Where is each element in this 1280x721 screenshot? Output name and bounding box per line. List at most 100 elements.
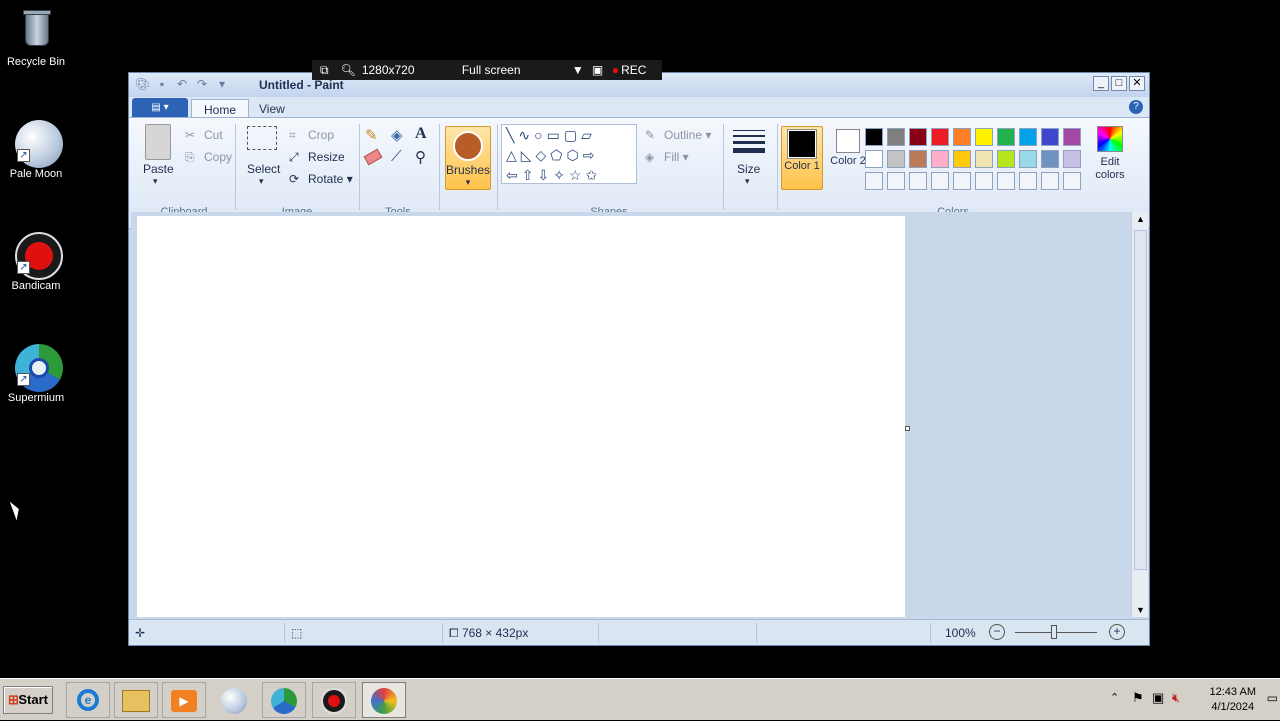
rec-button[interactable]: REC <box>621 63 646 77</box>
color-swatch[interactable] <box>909 172 927 190</box>
color-swatch[interactable] <box>865 172 883 190</box>
window-mode-icon[interactable]: ⧉ <box>320 63 329 78</box>
scroll-down-icon[interactable]: ▼ <box>1136 605 1145 615</box>
zoom-slider-thumb[interactable] <box>1051 625 1057 639</box>
zoom-out-button[interactable]: − <box>989 624 1005 640</box>
crop-button[interactable]: ⌗ Crop <box>289 128 334 144</box>
select-dropdown-icon[interactable]: ▾ <box>259 176 264 187</box>
desktop-icon-bandicam[interactable]: ↗ Bandicam <box>4 232 68 292</box>
paste-dropdown-icon[interactable]: ▾ <box>153 176 158 187</box>
color-swatch[interactable] <box>953 150 971 168</box>
volume-muted-icon[interactable]: 🔇︎ <box>1172 690 1180 706</box>
magnifier-icon[interactable]: ⚲ <box>415 148 426 166</box>
text-tool-icon[interactable]: A <box>415 125 427 143</box>
cut-button[interactable]: ✂ Cut <box>185 128 223 144</box>
select-button[interactable]: Select <box>247 162 280 176</box>
color-swatch[interactable] <box>931 128 949 146</box>
color-swatch[interactable] <box>975 150 993 168</box>
color-swatch[interactable] <box>1041 172 1059 190</box>
save-icon[interactable]: ▪ <box>155 77 169 91</box>
color-picker-icon[interactable]: ⟋ <box>391 148 402 165</box>
pencil-icon[interactable]: ✎ <box>365 126 378 144</box>
rotate-button[interactable]: ⟳ Rotate ▾ <box>289 172 353 188</box>
tab-view[interactable]: View <box>247 99 297 117</box>
color-swatch[interactable] <box>887 172 905 190</box>
desktop-icon-supermium[interactable]: ↗ Supermium <box>4 344 68 404</box>
color-swatch[interactable] <box>953 128 971 146</box>
redo-icon[interactable]: ↷ <box>195 77 209 91</box>
color-swatch[interactable] <box>931 172 949 190</box>
outline-button[interactable]: ✎ Outline ▾ <box>645 128 711 144</box>
brushes-button[interactable]: Brushes ▾ <box>445 126 491 190</box>
taskbar-supermium[interactable] <box>262 682 306 718</box>
customize-qat-icon[interactable]: ▾ <box>215 77 229 91</box>
color-swatch[interactable] <box>865 128 883 146</box>
maximize-button[interactable]: □ <box>1111 76 1127 91</box>
undo-icon[interactable]: ↶ <box>175 77 189 91</box>
zoom-in-button[interactable]: + <box>1109 624 1125 640</box>
edit-colors-button[interactable]: Edit colors <box>1089 126 1131 182</box>
color-swatch[interactable] <box>997 172 1015 190</box>
minimize-button[interactable]: _ <box>1093 76 1109 91</box>
color-swatch[interactable] <box>909 128 927 146</box>
taskbar-pale-moon[interactable] <box>212 682 256 718</box>
close-button[interactable]: ✕ <box>1129 76 1145 91</box>
fill-bucket-icon[interactable]: ◈ <box>391 126 403 144</box>
show-hidden-icons-icon[interactable]: ⌃ <box>1110 691 1119 704</box>
resize-button[interactable]: ⤢ Resize <box>289 150 345 166</box>
paint-app-icon[interactable]: 🎨︎ <box>135 77 150 91</box>
color-swatch[interactable] <box>953 172 971 190</box>
taskbar-paint[interactable] <box>362 682 406 718</box>
color-swatch[interactable] <box>1041 150 1059 168</box>
color-swatch[interactable] <box>1041 128 1059 146</box>
copy-button[interactable]: ⎘ Copy <box>185 150 232 166</box>
tab-home[interactable]: Home <box>191 99 250 117</box>
color-swatch[interactable] <box>1063 128 1081 146</box>
canvas-resize-handle[interactable] <box>905 426 910 431</box>
desktop-icon-pale-moon[interactable]: ↗ Pale Moon <box>4 120 68 180</box>
color-swatch[interactable] <box>1019 128 1037 146</box>
vertical-scrollbar[interactable]: ▲ ▼ <box>1131 212 1148 617</box>
paint-menu-button[interactable]: ▤ ▾ <box>132 98 188 117</box>
color-swatch[interactable] <box>997 128 1015 146</box>
color-swatch[interactable] <box>1063 172 1081 190</box>
color-swatch[interactable] <box>887 128 905 146</box>
color-swatch[interactable] <box>997 150 1015 168</box>
color-swatch[interactable] <box>1019 150 1037 168</box>
taskbar-internet-explorer[interactable]: e <box>66 682 110 718</box>
start-button[interactable]: ⊞ Start <box>3 686 53 714</box>
scroll-up-icon[interactable]: ▲ <box>1136 214 1145 224</box>
clock[interactable]: 12:43 AM 4/1/2024 <box>1210 685 1256 715</box>
drawing-canvas[interactable] <box>137 216 905 617</box>
color-swatch[interactable] <box>865 150 883 168</box>
shapes-gallery[interactable]: ╲∿○▭▢▱ △◺◇⬠⬡⇨ ⇦⇧⇩✧☆✩ <box>501 124 637 184</box>
show-desktop-icon[interactable]: ▭ <box>1267 691 1278 705</box>
size-button[interactable]: Size <box>737 162 760 176</box>
help-icon[interactable]: ? <box>1129 100 1143 114</box>
eraser-icon[interactable] <box>363 148 383 166</box>
color-swatch[interactable] <box>909 150 927 168</box>
chevron-down-icon[interactable]: ▼ <box>572 63 592 77</box>
color-swatch[interactable] <box>1063 150 1081 168</box>
scroll-thumb[interactable] <box>1134 230 1147 570</box>
size-dropdown-icon[interactable]: ▾ <box>745 176 750 187</box>
camera-icon[interactable]: ▣ <box>592 63 612 77</box>
taskbar-media-player[interactable]: ▶ <box>162 682 206 718</box>
outline-label: Outline <box>664 128 703 143</box>
action-center-flag-icon[interactable]: ⚑ <box>1132 690 1144 706</box>
color-swatch[interactable] <box>931 150 949 168</box>
color2-button[interactable]: Color 2 <box>827 126 869 190</box>
taskbar-file-explorer[interactable] <box>114 682 158 718</box>
color-swatch[interactable] <box>975 172 993 190</box>
color1-button[interactable]: Color 1 <box>781 126 823 190</box>
desktop-icon-recycle-bin[interactable]: Recycle Bin <box>4 8 68 68</box>
network-icon[interactable]: ▣ <box>1152 690 1164 706</box>
cut-label: Cut <box>204 128 223 143</box>
color-swatch[interactable] <box>975 128 993 146</box>
taskbar-bandicam[interactable] <box>312 682 356 718</box>
color-swatch[interactable] <box>1019 172 1037 190</box>
fill-button[interactable]: ◈ Fill ▾ <box>645 150 689 166</box>
color-swatch[interactable] <box>887 150 905 168</box>
paste-button[interactable]: Paste <box>143 162 174 176</box>
recorder-mode[interactable]: Full screen <box>462 63 572 77</box>
